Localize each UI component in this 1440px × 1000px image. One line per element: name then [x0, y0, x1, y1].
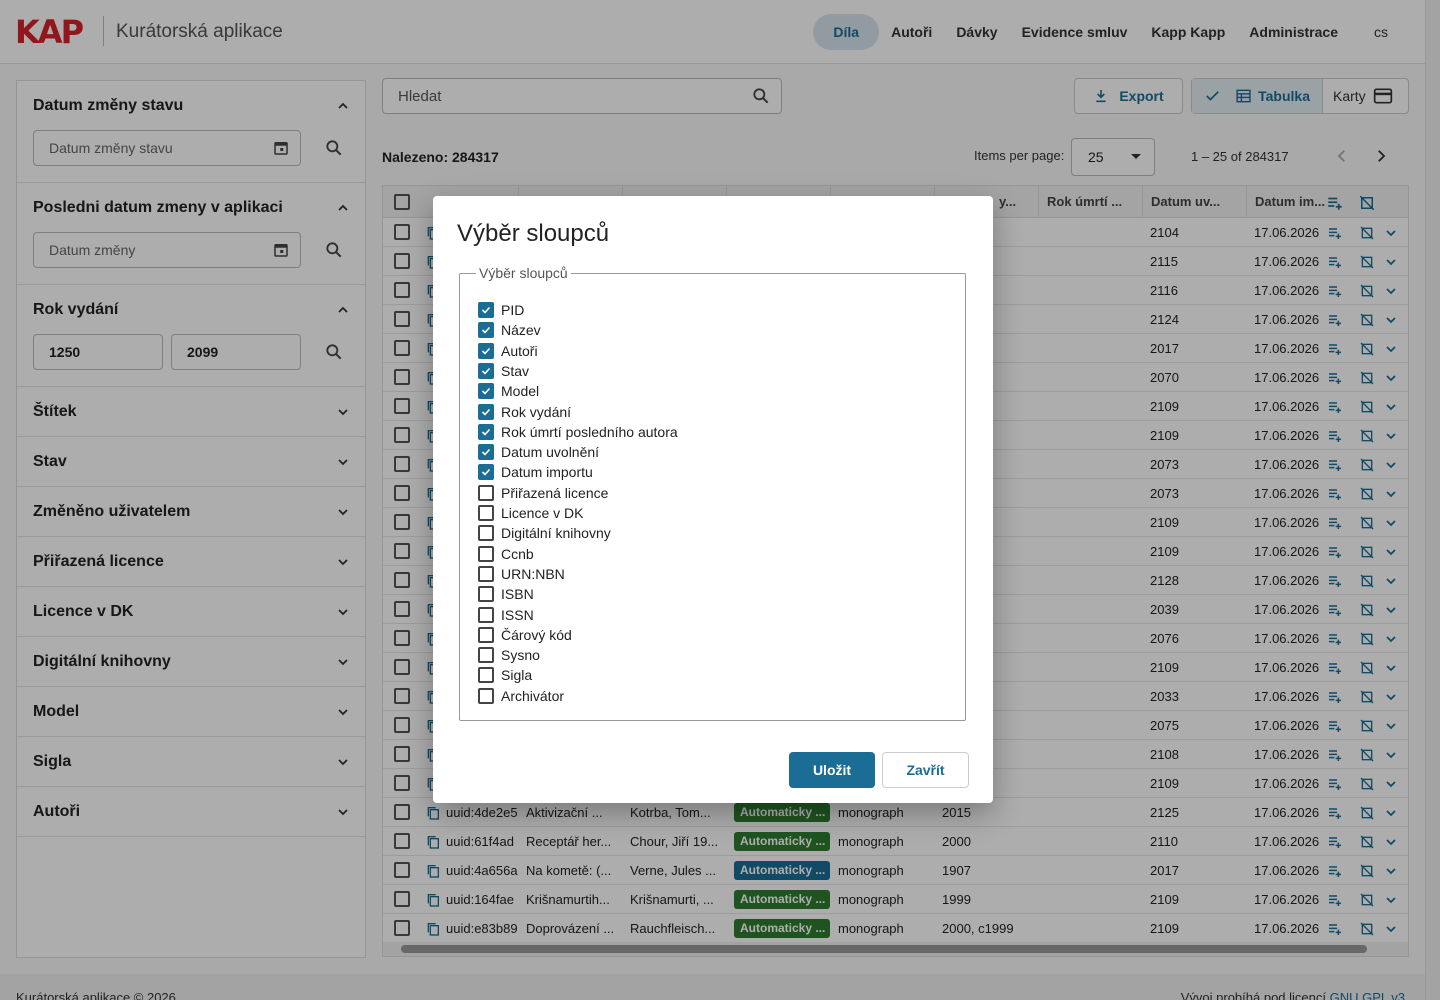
column-option[interactable]: Ccnb: [478, 544, 534, 564]
column-option-label: Datum uvolnění: [501, 444, 600, 461]
column-checkbox[interactable]: [478, 403, 494, 420]
close-button[interactable]: Zavřít: [882, 752, 969, 788]
column-option-label: Datum importu: [501, 464, 593, 481]
column-option-label: Rok úmrtí posledního autora: [501, 423, 678, 440]
column-option[interactable]: Sysno: [478, 645, 540, 665]
column-option-label: URN:NBN: [501, 565, 565, 582]
column-option[interactable]: Licence v DK: [478, 503, 583, 523]
column-checkbox[interactable]: [478, 505, 494, 521]
column-checkbox[interactable]: [478, 464, 494, 481]
column-option-label: PID: [501, 302, 525, 318]
checkmark-icon: [481, 367, 491, 375]
column-option[interactable]: Digitální knihovny: [478, 523, 611, 543]
column-option[interactable]: Přiřazená licence: [478, 483, 608, 503]
column-checkbox[interactable]: [478, 687, 494, 704]
column-selection-dialog: Výběr sloupců Výběr sloupců PID Název Auto…: [433, 196, 993, 803]
column-checkbox[interactable]: [478, 626, 494, 643]
column-option[interactable]: URN:NBN: [478, 564, 565, 584]
column-checkbox[interactable]: [478, 444, 494, 461]
column-option-label: Stav: [501, 362, 530, 379]
column-checkbox[interactable]: [478, 484, 494, 501]
column-checkbox[interactable]: [478, 322, 494, 339]
column-checkbox[interactable]: [478, 647, 494, 664]
checkmark-icon: [481, 449, 491, 456]
checkmark-icon: [481, 347, 491, 355]
column-option-label: Sigla: [501, 667, 533, 684]
column-option[interactable]: ISSN: [478, 605, 534, 625]
column-option[interactable]: Název: [478, 320, 541, 340]
checkmark-icon: [481, 327, 491, 334]
checkmark-icon: [481, 408, 491, 416]
column-checkbox[interactable]: [478, 586, 494, 603]
column-option-label: Přiřazená licence: [501, 484, 609, 501]
column-option-label: Licence v DK: [501, 505, 584, 521]
column-fieldset: Výběr sloupců PID Název Autoři Stav Model Rok…: [459, 265, 966, 721]
column-option-label: Ccnb: [501, 545, 534, 562]
column-option[interactable]: Autoři: [478, 341, 538, 361]
column-checkbox[interactable]: [478, 302, 494, 318]
column-option[interactable]: ISBN: [478, 584, 534, 604]
checkmark-icon: [481, 388, 491, 395]
column-option-label: Rok vydání: [501, 403, 572, 420]
column-checkbox[interactable]: [478, 565, 494, 582]
column-checkbox[interactable]: [478, 423, 494, 440]
column-option[interactable]: Rok vydání: [478, 402, 571, 422]
column-checkbox[interactable]: [478, 525, 494, 542]
column-option[interactable]: Datum importu: [478, 462, 593, 482]
checkmark-icon: [481, 306, 491, 314]
column-option-label: Digitální knihovny: [501, 525, 611, 542]
column-checkbox[interactable]: [478, 362, 494, 379]
column-option-label: Název: [501, 322, 541, 339]
column-option-label: Autoři: [501, 342, 538, 359]
column-option[interactable]: PID: [478, 300, 524, 320]
column-checkbox[interactable]: [478, 545, 494, 562]
column-option[interactable]: Datum uvolnění: [478, 442, 599, 462]
column-checkbox[interactable]: [478, 383, 494, 400]
checkmark-icon: [481, 428, 491, 436]
column-checkbox[interactable]: [478, 342, 494, 359]
column-option[interactable]: Archivátor: [478, 686, 564, 706]
column-checkbox[interactable]: [478, 667, 494, 684]
checkmark-icon: [481, 469, 491, 477]
save-button[interactable]: Uložit: [789, 752, 875, 788]
fieldset-legend: Výběr sloupců: [476, 265, 571, 281]
column-option[interactable]: Čárový kód: [478, 625, 572, 645]
dialog-title: Výběr sloupců: [457, 220, 610, 247]
column-option-label: Model: [501, 383, 540, 400]
column-option[interactable]: Model: [478, 381, 539, 401]
column-option-label: Čárový kód: [501, 626, 572, 643]
column-option-label: Archivátor: [501, 687, 565, 704]
column-option-label: Sysno: [501, 647, 540, 664]
column-option[interactable]: Stav: [478, 361, 529, 381]
column-checkbox[interactable]: [478, 606, 494, 623]
column-option[interactable]: Sigla: [478, 665, 532, 685]
column-option-label: ISSN: [501, 606, 534, 623]
column-option-label: ISBN: [501, 586, 534, 603]
column-option[interactable]: Rok úmrtí posledního autora: [478, 422, 678, 442]
